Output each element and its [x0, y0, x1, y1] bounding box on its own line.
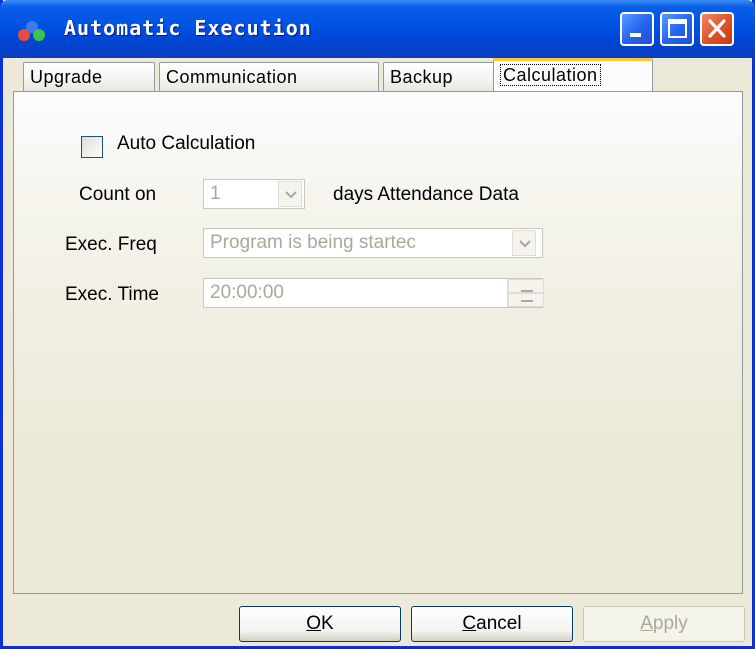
exec-time-spinner[interactable]: [507, 279, 544, 307]
count-on-select[interactable]: 1: [203, 179, 305, 209]
title-bar[interactable]: Automatic Execution: [0, 0, 755, 58]
tab-calculation-label: Calculation: [500, 64, 601, 86]
spin-down-icon: [521, 300, 533, 302]
chevron-down-icon: [519, 240, 531, 248]
tab-upgrade[interactable]: Upgrade: [23, 62, 155, 92]
app-icon: [16, 20, 46, 42]
minimize-icon: [630, 33, 641, 37]
minimize-button[interactable]: [620, 12, 654, 46]
count-on-value: 1: [210, 183, 221, 204]
automatic-execution-window: Automatic Execution Upgrade Communicatio…: [0, 0, 755, 649]
apply-label-rest: pply: [652, 613, 688, 634]
days-attendance-label: days Attendance Data: [333, 184, 519, 205]
apply-button[interactable]: Apply: [583, 606, 745, 642]
count-on-dropdown-button[interactable]: [278, 181, 302, 207]
maximize-button[interactable]: [660, 12, 694, 46]
auto-calculation-label[interactable]: Auto Calculation: [117, 133, 255, 155]
exec-freq-select[interactable]: Program is being startec: [203, 228, 543, 258]
close-button[interactable]: [700, 12, 734, 46]
exec-time-value: 20:00:00: [210, 282, 284, 303]
tab-communication[interactable]: Communication: [159, 62, 379, 92]
close-icon: [708, 19, 726, 38]
cancel-accel: C: [462, 613, 477, 634]
calculation-panel: [13, 91, 743, 594]
exec-time-input[interactable]: 20:00:00: [203, 278, 543, 308]
spin-up-button[interactable]: [508, 279, 544, 293]
apply-accel: A: [640, 613, 653, 634]
tab-backup[interactable]: Backup: [383, 62, 495, 92]
exec-freq-value: Program is being startec: [210, 232, 416, 253]
chevron-down-icon: [285, 191, 297, 199]
exec-time-label: Exec. Time: [65, 284, 159, 305]
ok-accel: O: [306, 613, 322, 634]
exec-freq-dropdown-button[interactable]: [512, 230, 536, 256]
spin-down-button[interactable]: [508, 293, 544, 307]
exec-freq-label: Exec. Freq: [65, 234, 157, 255]
ok-label-rest: K: [321, 613, 334, 634]
auto-calculation-checkbox[interactable]: [81, 136, 103, 158]
window-title: Automatic Execution: [64, 16, 312, 40]
cancel-label-rest: ancel: [476, 613, 522, 634]
ok-button[interactable]: OK: [239, 606, 401, 642]
tab-calculation[interactable]: Calculation: [493, 58, 653, 92]
count-on-label: Count on: [79, 184, 157, 205]
tab-strip: Upgrade Communication Backup Calculation: [13, 58, 753, 92]
maximize-icon: [668, 19, 687, 38]
cancel-button[interactable]: Cancel: [411, 606, 573, 642]
